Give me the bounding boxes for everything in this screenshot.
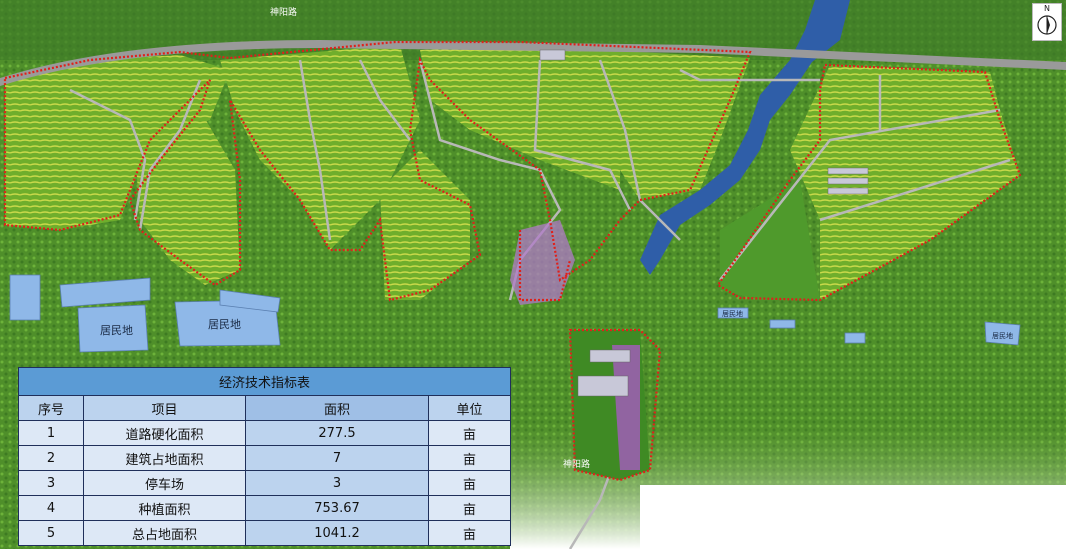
cell-item: 总占地面积 bbox=[83, 520, 246, 546]
road-label-top: 神阳路 bbox=[270, 6, 297, 18]
compass: N bbox=[1032, 3, 1062, 41]
cell-item: 建筑占地面积 bbox=[83, 445, 246, 471]
cell-area: 7 bbox=[245, 445, 429, 471]
cell-area: 1041.2 bbox=[245, 520, 429, 546]
cell-item: 道路硬化面积 bbox=[83, 420, 246, 446]
table-title: 经济技术指标表 bbox=[18, 367, 511, 396]
cell-unit: 亩 bbox=[428, 445, 511, 471]
residential-label-1: 居民地 bbox=[100, 324, 133, 337]
table-row: 1 道路硬化面积 277.5 亩 bbox=[18, 420, 511, 446]
cell-no: 4 bbox=[18, 495, 84, 521]
header-area: 面积 bbox=[245, 395, 429, 421]
cell-item: 种植面积 bbox=[83, 495, 246, 521]
residential-label-2: 居民地 bbox=[208, 318, 241, 331]
table-row: 4 种植面积 753.67 亩 bbox=[18, 495, 511, 521]
cell-no: 1 bbox=[18, 420, 84, 446]
header-item: 项目 bbox=[83, 395, 246, 421]
header-unit: 单位 bbox=[428, 395, 511, 421]
compass-letter: N bbox=[1044, 4, 1050, 13]
cell-unit: 亩 bbox=[428, 520, 511, 546]
header-no: 序号 bbox=[18, 395, 84, 421]
cell-no: 2 bbox=[18, 445, 84, 471]
cell-area: 753.67 bbox=[245, 495, 429, 521]
economic-indicators-table: 经济技术指标表 序号 项目 面积 单位 1 道路硬化面积 277.5 亩 2 建… bbox=[18, 367, 511, 546]
residential-small-label-2: 居民地 bbox=[992, 331, 1013, 340]
cell-unit: 亩 bbox=[428, 420, 511, 446]
cell-unit: 亩 bbox=[428, 470, 511, 496]
table-row: 3 停车场 3 亩 bbox=[18, 470, 511, 496]
cell-item: 停车场 bbox=[83, 470, 246, 496]
cell-area: 277.5 bbox=[245, 420, 429, 446]
table-row: 2 建筑占地面积 7 亩 bbox=[18, 445, 511, 471]
north-arrow-icon bbox=[1037, 15, 1057, 35]
residential-small-label-1: 居民地 bbox=[722, 309, 743, 318]
road-label-bottom: 神阳路 bbox=[563, 458, 590, 470]
table-row: 5 总占地面积 1041.2 亩 bbox=[18, 520, 511, 546]
table-header-row: 序号 项目 面积 单位 bbox=[18, 395, 511, 421]
cell-unit: 亩 bbox=[428, 495, 511, 521]
cell-area: 3 bbox=[245, 470, 429, 496]
cell-no: 3 bbox=[18, 470, 84, 496]
cell-no: 5 bbox=[18, 520, 84, 546]
